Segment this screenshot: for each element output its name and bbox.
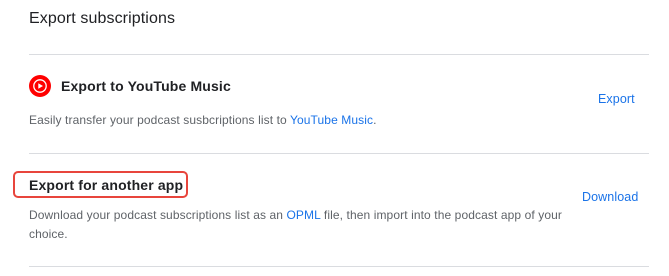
- divider: [29, 54, 649, 55]
- divider: [29, 266, 649, 267]
- youtube-music-desc-text: Easily transfer your podcast susbcriptio…: [29, 113, 290, 127]
- another-app-export-description: Download your podcast subscriptions list…: [29, 206, 579, 244]
- another-app-export-title: Export for another app: [29, 177, 184, 193]
- youtube-music-icon-graphic: [33, 79, 47, 93]
- youtube-music-export-title: Export to YouTube Music: [61, 78, 231, 94]
- divider: [29, 153, 649, 154]
- download-button[interactable]: Download: [582, 190, 638, 204]
- youtube-music-link[interactable]: YouTube Music: [290, 113, 373, 127]
- opml-link[interactable]: OPML: [287, 208, 321, 222]
- section-title: Export subscriptions: [29, 10, 176, 27]
- youtube-music-desc-suffix: .: [373, 113, 377, 127]
- youtube-music-icon: [29, 75, 51, 97]
- youtube-music-export-description: Easily transfer your podcast susbcriptio…: [29, 111, 377, 130]
- export-button[interactable]: Export: [598, 92, 635, 106]
- another-app-desc-text: Download your podcast subscriptions list…: [29, 208, 287, 222]
